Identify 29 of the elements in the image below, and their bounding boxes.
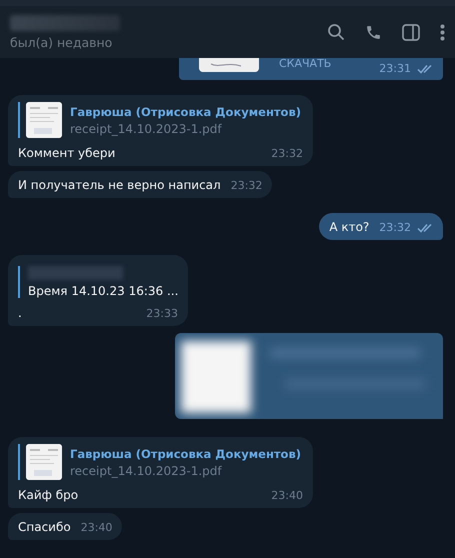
reply-preview[interactable]: Гаврюша (Отрисовка Документов) receipt_14.10.2023-1.pdf bbox=[18, 102, 303, 138]
message-time: 23:40 bbox=[80, 521, 112, 534]
message-text: . bbox=[18, 306, 22, 320]
reply-sender: Гаврюша (Отрисовка Документов) bbox=[70, 446, 301, 460]
reply-filename: receipt_14.10.2023-1.pdf bbox=[70, 464, 223, 478]
more-menu-icon[interactable] bbox=[440, 24, 445, 40]
message-text: И получатель не верно написал bbox=[18, 178, 221, 192]
search-icon[interactable] bbox=[327, 23, 345, 41]
sidebar-toggle-icon[interactable] bbox=[402, 24, 420, 40]
document-thumbnail bbox=[26, 444, 62, 480]
message-text: Спасибо bbox=[18, 520, 71, 534]
reply-preview[interactable]: Гаврюша (Отрисовка Документов) receipt_14.10.2023-1.pdf bbox=[18, 444, 303, 480]
message-time: 23:32 bbox=[230, 179, 262, 192]
message-time: 23:32 bbox=[271, 147, 303, 160]
message-time: 23:40 bbox=[271, 489, 303, 502]
document-thumbnail bbox=[26, 102, 62, 138]
reply-filename: receipt_14.10.2023-1.pdf bbox=[70, 122, 223, 136]
message-text: Коммент убери bbox=[18, 146, 116, 160]
last-seen-status: был(а) недавно bbox=[10, 34, 114, 50]
phone-icon[interactable] bbox=[365, 24, 382, 40]
message-text: А кто? bbox=[329, 220, 370, 234]
message-time: 23:32 bbox=[379, 221, 411, 234]
reply-preview[interactable]: Время 14.10.23 16:36 ... bbox=[18, 266, 178, 298]
message-time: 23:33 bbox=[146, 307, 178, 320]
message-time: 23:31 bbox=[379, 62, 411, 75]
reply-sender: Гаврюша (Отрисовка Документов) bbox=[70, 104, 301, 118]
download-link[interactable]: СКАЧАТЬ bbox=[279, 58, 360, 69]
message-text: Кайф бро bbox=[18, 488, 78, 502]
reply-text: Время 14.10.23 16:36 ... bbox=[28, 284, 178, 298]
